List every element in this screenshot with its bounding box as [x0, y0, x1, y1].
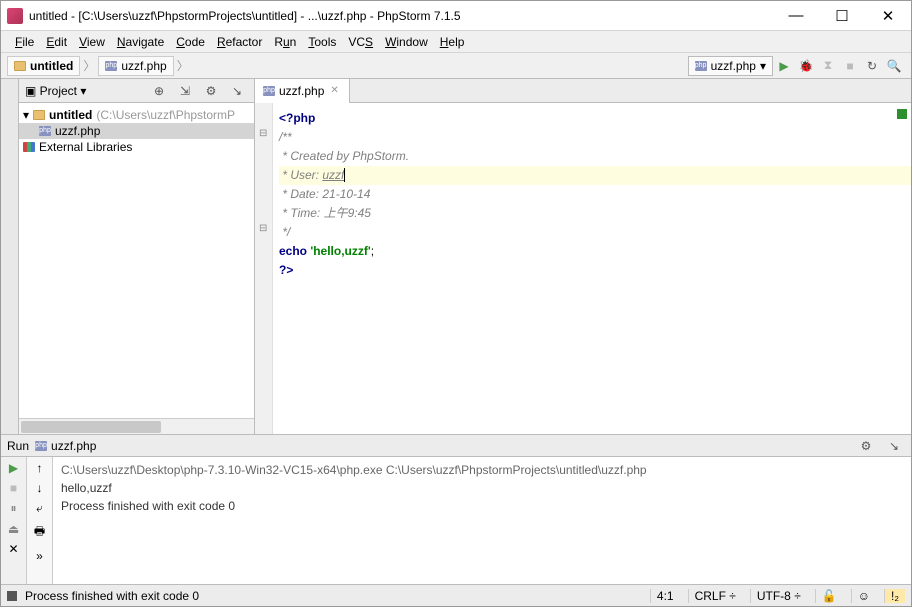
console-output[interactable]: C:\Users\uzzf\Desktop\php-7.3.10-Win32-V… — [53, 457, 911, 584]
status-bar: Process finished with exit code 0 4:1 CR… — [1, 584, 911, 606]
status-line-sep[interactable]: CRLF ÷ — [688, 589, 742, 603]
expand-icon[interactable]: ▾ — [23, 108, 29, 122]
php-icon: php — [263, 86, 275, 96]
lock-icon[interactable]: 🔓 — [815, 589, 843, 603]
menu-file[interactable]: File — [9, 33, 40, 51]
fold-marker-icon[interactable]: ⊟ — [259, 128, 267, 139]
chevron-right-icon: 〉 — [81, 57, 97, 74]
hide-icon[interactable]: ↘ — [885, 437, 903, 455]
run-body: ▶ ■ ⏸ ⏏ ✕ ↑ ↓ ⤶ 🖶 » C:\Users\uzzf\Deskto… — [1, 457, 911, 584]
menu-view[interactable]: View — [73, 33, 111, 51]
console-cmd: C:\Users\uzzf\Desktop\php-7.3.10-Win32-V… — [61, 461, 903, 479]
window-title: untitled - [C:\Users\uzzf\PhpstormProjec… — [29, 9, 773, 23]
php-icon: php — [105, 61, 117, 71]
gutter[interactable] — [255, 103, 273, 434]
status-position[interactable]: 4:1 — [650, 589, 680, 603]
code-content[interactable]: <?php /** * Created by PhpStorm. * User:… — [255, 103, 911, 286]
hide-icon[interactable]: ↘ — [228, 82, 246, 100]
debug-button[interactable]: 🐞 — [797, 57, 815, 75]
hector-icon[interactable]: ☺ — [851, 589, 876, 603]
project-tree[interactable]: ▾untitled (C:\Users\uzzf\PhpstormP phpuz… — [19, 103, 254, 418]
close-tab-icon[interactable]: ✕ — [328, 85, 340, 96]
scroll-icon[interactable]: » — [36, 549, 43, 563]
maximize-button[interactable]: ☐ — [819, 1, 865, 31]
run-tool-window: Run phpuzzf.php ⚙ ↘ ▶ ■ ⏸ ⏏ ✕ ↑ ↓ ⤶ 🖶 » … — [1, 434, 911, 584]
update-button[interactable]: ↻ — [863, 57, 881, 75]
locate-icon[interactable]: ⊕ — [150, 82, 168, 100]
breadcrumb: untitled 〉 phpuzzf.php 〉 — [7, 56, 191, 76]
menu-code[interactable]: Code — [170, 33, 211, 51]
run-config-selector[interactable]: phpuzzf.php ▾ — [688, 56, 773, 76]
title-bar: untitled - [C:\Users\uzzf\PhpstormProjec… — [1, 1, 911, 31]
menu-navigate[interactable]: Navigate — [111, 33, 170, 51]
inspection-status-icon[interactable] — [897, 109, 907, 119]
menu-window[interactable]: Window — [379, 33, 434, 51]
menu-tools[interactable]: Tools — [302, 33, 342, 51]
menu-run[interactable]: Run — [268, 33, 302, 51]
tab-uzzf[interactable]: phpuzzf.php✕ — [255, 79, 350, 103]
main-area: ▣ Project ▾ ⊕ ⇲ ⚙ ↘ ▾untitled (C:\Users\… — [1, 79, 911, 434]
left-gutter[interactable] — [1, 79, 19, 434]
search-everywhere-button[interactable]: 🔍 — [885, 57, 903, 75]
editor-area: phpuzzf.php✕ ⊟ ⊟ <?php /** * Created by … — [255, 79, 911, 434]
run-toolbar-right: ↑ ↓ ⤶ 🖶 » — [27, 457, 53, 584]
minimize-button[interactable]: — — [773, 1, 819, 31]
folder-icon — [33, 110, 45, 120]
down-icon[interactable]: ↓ — [37, 481, 43, 495]
chevron-right-icon: 〉 — [175, 57, 191, 74]
pause-button[interactable]: ⏸ — [10, 501, 16, 516]
tree-root[interactable]: ▾untitled (C:\Users\uzzf\PhpstormP — [19, 107, 254, 123]
navigation-bar: untitled 〉 phpuzzf.php 〉 phpuzzf.php ▾ ▶… — [1, 53, 911, 79]
php-icon: php — [695, 61, 707, 71]
close-button[interactable]: ✕ — [865, 1, 911, 31]
menu-bar: File Edit View Navigate Code Refactor Ru… — [1, 31, 911, 53]
fold-marker-icon[interactable]: ⊟ — [259, 223, 267, 234]
editor-tabs: phpuzzf.php✕ — [255, 79, 911, 103]
library-icon — [23, 142, 35, 152]
status-encoding[interactable]: UTF-8 ÷ — [750, 589, 807, 603]
status-message: Process finished with exit code 0 — [25, 589, 642, 603]
close-icon[interactable]: ✕ — [8, 542, 18, 556]
rerun-button[interactable]: ▶ — [9, 461, 18, 475]
run-toolbar-left: ▶ ■ ⏸ ⏏ ✕ — [1, 457, 27, 584]
php-icon: php — [35, 441, 47, 451]
run-button[interactable]: ▶ — [775, 57, 793, 75]
menu-edit[interactable]: Edit — [40, 33, 73, 51]
exit-button[interactable]: ⏏ — [8, 522, 19, 536]
up-icon[interactable]: ↑ — [37, 461, 43, 475]
breadcrumb-root[interactable]: untitled — [7, 56, 80, 76]
stop-button: ■ — [841, 57, 859, 75]
breadcrumb-file[interactable]: phpuzzf.php — [98, 56, 173, 76]
print-icon[interactable]: 🖶 — [34, 522, 45, 543]
tree-external-libs[interactable]: External Libraries — [19, 139, 254, 155]
gear-icon[interactable]: ⚙ — [857, 437, 875, 455]
notifications-icon[interactable]: !₂ — [884, 589, 905, 603]
gear-icon[interactable]: ⚙ — [202, 82, 220, 100]
console-stdout: hello,uzzf — [61, 479, 903, 497]
menu-vcs[interactable]: VCS — [342, 33, 379, 51]
tool-windows-icon[interactable] — [7, 591, 17, 601]
project-tool-window: ▣ Project ▾ ⊕ ⇲ ⚙ ↘ ▾untitled (C:\Users\… — [19, 79, 255, 434]
project-header: ▣ Project ▾ ⊕ ⇲ ⚙ ↘ — [19, 79, 254, 103]
app-icon — [7, 8, 23, 24]
run-tab-label[interactable]: Run — [7, 439, 29, 453]
menu-help[interactable]: Help — [434, 33, 471, 51]
console-exit: Process finished with exit code 0 — [61, 497, 903, 515]
menu-refactor[interactable]: Refactor — [211, 33, 268, 51]
run-header: Run phpuzzf.php ⚙ ↘ — [1, 435, 911, 457]
soft-wrap-icon[interactable]: ⤶ — [36, 501, 43, 516]
code-editor[interactable]: ⊟ ⊟ <?php /** * Created by PhpStorm. * U… — [255, 103, 911, 434]
horizontal-scrollbar[interactable] — [19, 418, 254, 434]
project-view-selector[interactable]: ▣ Project ▾ — [25, 84, 86, 98]
collapse-icon[interactable]: ⇲ — [176, 82, 194, 100]
folder-icon — [14, 61, 26, 71]
run-config-tab[interactable]: phpuzzf.php — [35, 439, 96, 453]
coverage-button[interactable]: ⧗ — [819, 57, 837, 75]
php-icon: php — [39, 126, 51, 136]
tree-file-uzzf[interactable]: phpuzzf.php — [19, 123, 254, 139]
stop-button: ■ — [10, 481, 17, 495]
